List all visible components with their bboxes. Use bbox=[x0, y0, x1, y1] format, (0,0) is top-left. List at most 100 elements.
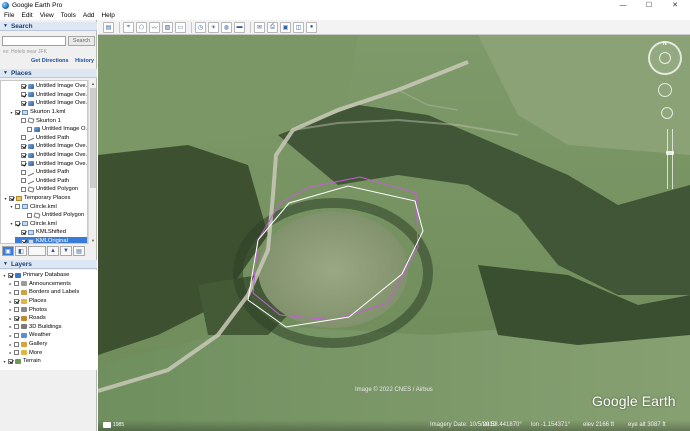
layers-tree-item[interactable]: ▸ Gallery bbox=[8, 340, 47, 349]
layers-tree-item[interactable]: ▸ Weather bbox=[8, 331, 50, 340]
places-panel-header[interactable]: ▼ Places bbox=[0, 69, 97, 78]
layers-tree-item[interactable]: ▸ Photos bbox=[8, 305, 47, 314]
add-folder-icon[interactable]: ▤ bbox=[73, 246, 85, 256]
places-tree-item[interactable]: KMLShifted bbox=[15, 228, 87, 237]
layer-checkbox[interactable] bbox=[14, 324, 19, 330]
print-icon[interactable]: ⎙ bbox=[267, 21, 278, 33]
layers-tree-item[interactable]: ▸ Announcements bbox=[8, 280, 70, 289]
visibility-checkbox[interactable] bbox=[9, 195, 14, 201]
visibility-checkbox[interactable] bbox=[15, 109, 20, 115]
search-panel-header[interactable]: ▼ Search bbox=[0, 22, 97, 31]
visibility-checkbox[interactable] bbox=[21, 152, 26, 158]
view-in-maps-icon[interactable]: ◫ bbox=[293, 21, 304, 33]
maximize-icon[interactable]: ☐ bbox=[638, 0, 660, 10]
visibility-checkbox[interactable] bbox=[15, 204, 20, 210]
minimize-icon[interactable]: — bbox=[612, 0, 634, 10]
layers-tree-item[interactable]: ▸ 3D Buildings bbox=[8, 323, 61, 332]
places-tree-item[interactable]: ▾ Clircle.kml bbox=[9, 220, 87, 229]
historical-year-badge[interactable]: 1985 bbox=[113, 422, 124, 428]
layers-view-icon[interactable]: ◧ bbox=[15, 246, 27, 256]
menu-view[interactable]: View bbox=[40, 12, 54, 19]
menu-tools[interactable]: Tools bbox=[61, 12, 76, 19]
visibility-checkbox[interactable] bbox=[21, 186, 26, 192]
expand-arrow-icon[interactable]: ▸ bbox=[8, 316, 13, 321]
search-input[interactable] bbox=[2, 36, 66, 46]
places-tree-item[interactable]: Skurton 1 bbox=[15, 116, 87, 125]
visibility-checkbox[interactable] bbox=[21, 83, 26, 89]
places-tree-item[interactable]: ▾ Temporary Places bbox=[3, 194, 87, 203]
look-joystick-icon[interactable] bbox=[659, 52, 671, 64]
layers-tree[interactable]: ▾ Primary Database ▸ Announcements ▸ Borders … bbox=[0, 270, 97, 370]
get-directions-link[interactable]: Get Directions bbox=[31, 58, 69, 64]
places-scrollbar[interactable]: ▲ ▼ bbox=[88, 80, 96, 244]
ruler-icon[interactable]: ▬ bbox=[234, 21, 245, 33]
visibility-checkbox[interactable] bbox=[27, 212, 32, 218]
expand-arrow-icon[interactable]: ▸ bbox=[8, 299, 13, 304]
planet-icon[interactable]: ◍ bbox=[221, 21, 232, 33]
street-view-icon[interactable] bbox=[661, 107, 673, 119]
move-up-icon[interactable]: ▲ bbox=[47, 246, 59, 256]
email-icon[interactable]: ✉ bbox=[254, 21, 265, 33]
layer-checkbox[interactable] bbox=[14, 281, 19, 287]
places-tree-item[interactable]: Untitled Image Ove... bbox=[15, 82, 87, 91]
visibility-checkbox[interactable] bbox=[21, 178, 26, 184]
add-placemark-icon[interactable]: ⌖ bbox=[123, 21, 134, 33]
expand-arrow-icon[interactable]: ▾ bbox=[2, 273, 7, 278]
layer-checkbox[interactable] bbox=[14, 289, 19, 295]
layer-checkbox[interactable] bbox=[14, 341, 19, 347]
scroll-up-icon[interactable]: ▲ bbox=[89, 80, 97, 87]
expand-arrow-icon[interactable]: ▸ bbox=[8, 281, 13, 286]
layer-checkbox[interactable] bbox=[14, 307, 19, 313]
layers-tree-item[interactable]: ▸ Places bbox=[8, 297, 46, 306]
layer-checkbox[interactable] bbox=[14, 332, 19, 338]
layer-checkbox[interactable] bbox=[14, 315, 19, 321]
layers-tree-item[interactable]: ▾ Primary Database bbox=[2, 271, 69, 280]
menu-file[interactable]: File bbox=[4, 12, 14, 19]
visibility-checkbox[interactable] bbox=[21, 118, 26, 124]
visibility-checkbox[interactable] bbox=[21, 100, 26, 106]
layer-checkbox[interactable] bbox=[8, 272, 13, 278]
layer-checkbox[interactable] bbox=[8, 358, 13, 364]
menu-edit[interactable]: Edit bbox=[21, 12, 32, 19]
expand-arrow-icon[interactable]: ▾ bbox=[3, 196, 8, 201]
visibility-checkbox[interactable] bbox=[21, 143, 26, 149]
hide-sidebar-icon[interactable]: ▤ bbox=[103, 21, 114, 33]
scroll-down-icon[interactable]: ▼ bbox=[89, 237, 97, 244]
places-tree-item[interactable]: Untitled Path bbox=[15, 133, 87, 143]
move-down-icon[interactable]: ▼ bbox=[60, 246, 72, 256]
places-tree-item[interactable]: Untitled Image Ove... bbox=[15, 91, 87, 100]
places-tree-item[interactable]: Untitled Image Ove... bbox=[15, 159, 87, 168]
layer-checkbox[interactable] bbox=[14, 350, 19, 356]
places-tree-item[interactable]: Untitled Polygon bbox=[21, 211, 87, 220]
places-tree-item[interactable]: Untitled Path bbox=[15, 168, 87, 177]
expand-arrow-icon[interactable]: ▾ bbox=[2, 359, 7, 364]
places-tree-item[interactable]: Untitled Polygon bbox=[15, 185, 87, 194]
layers-tree-item[interactable]: ▸ Borders and Labels bbox=[8, 288, 79, 297]
visibility-checkbox[interactable] bbox=[15, 221, 20, 227]
places-tree-item[interactable]: Untitled Image Ove... bbox=[15, 99, 87, 108]
menu-help[interactable]: Help bbox=[101, 12, 114, 19]
history-link[interactable]: History bbox=[75, 58, 94, 64]
places-tree-item[interactable]: Untitled Image Ove... bbox=[15, 142, 87, 151]
expand-arrow-icon[interactable]: ▸ bbox=[8, 324, 13, 329]
places-tree-item[interactable]: KMLOriginal bbox=[15, 236, 87, 243]
places-tree-item[interactable]: Untitled Path bbox=[15, 176, 87, 186]
add-path-icon[interactable]: 〰 bbox=[149, 21, 160, 33]
visibility-checkbox[interactable] bbox=[21, 161, 26, 167]
visibility-checkbox[interactable] bbox=[21, 169, 26, 175]
sunlight-icon[interactable]: ☀ bbox=[208, 21, 219, 33]
expand-arrow-icon[interactable]: ▾ bbox=[9, 204, 14, 209]
layers-tree-item[interactable]: ▸ More bbox=[8, 348, 42, 357]
close-icon[interactable]: ✕ bbox=[664, 0, 686, 10]
expand-arrow-icon[interactable]: ▸ bbox=[8, 342, 13, 347]
places-tree-item[interactable]: Untitled Image O... bbox=[21, 125, 87, 134]
save-image-icon[interactable]: ▣ bbox=[280, 21, 291, 33]
visibility-checkbox[interactable] bbox=[21, 238, 26, 243]
blank-field[interactable] bbox=[28, 246, 46, 256]
expand-arrow-icon[interactable]: ▸ bbox=[8, 307, 13, 312]
places-tree-item[interactable]: ▾ Skurton 1.kml bbox=[9, 108, 87, 117]
layers-tree-item[interactable]: ▾ Terrain bbox=[2, 357, 40, 366]
expand-arrow-icon[interactable]: ▾ bbox=[9, 221, 14, 226]
visibility-checkbox[interactable] bbox=[27, 126, 32, 132]
layer-checkbox[interactable] bbox=[14, 298, 19, 304]
